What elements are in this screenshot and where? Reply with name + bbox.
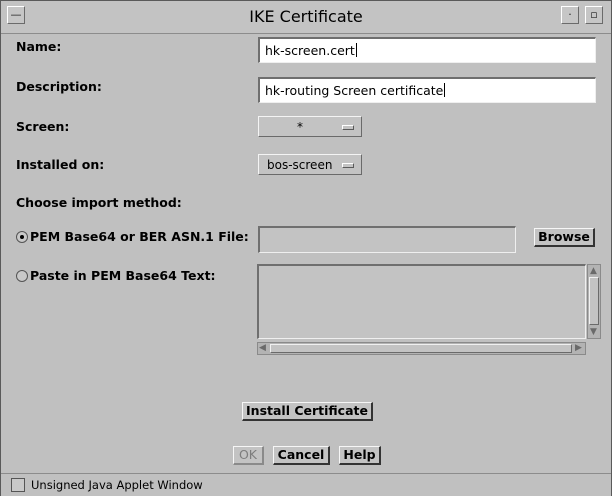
description-value: hk-routing Screen certificate (265, 83, 444, 98)
ok-button[interactable]: OK (233, 446, 264, 465)
pem-file-path-input[interactable] (258, 226, 516, 253)
applet-status-text: Unsigned Java Applet Window (31, 478, 203, 492)
pem-text-vertical-scrollbar[interactable]: ▲ ▼ (587, 264, 601, 339)
horizontal-scroll-thumb[interactable] (270, 344, 572, 353)
scroll-right-icon[interactable]: ▶ (575, 343, 582, 353)
screen-select[interactable]: * (258, 116, 362, 137)
install-certificate-button[interactable]: Install Certificate (242, 402, 373, 421)
screen-select-value: * (297, 120, 303, 134)
help-button[interactable]: Help (339, 446, 381, 465)
pem-file-label: PEM Base64 or BER ASN.1 File: (30, 229, 249, 244)
installed-on-label: Installed on: (16, 157, 105, 172)
minimize-button[interactable]: · (561, 6, 579, 24)
pem-text-area[interactable] (257, 264, 586, 339)
option-menu-indicator-icon (342, 163, 354, 168)
description-input[interactable]: hk-routing Screen certificate (258, 77, 596, 103)
window-title: IKE Certificate (249, 7, 363, 26)
paste-text-label: Paste in PEM Base64 Text: (30, 268, 216, 283)
vertical-scroll-thumb[interactable] (589, 277, 599, 325)
paste-text-radio[interactable] (16, 270, 28, 282)
pem-file-radio[interactable] (16, 231, 28, 243)
import-method-label: Choose import method: (16, 195, 182, 210)
text-caret (355, 43, 357, 57)
name-input[interactable]: hk-screen.cert (258, 37, 596, 63)
text-caret (444, 83, 446, 97)
scroll-down-icon[interactable]: ▼ (590, 327, 597, 337)
applet-warning-icon (11, 478, 25, 492)
maximize-button[interactable]: ▫ (585, 6, 603, 24)
applet-status-bar: Unsigned Java Applet Window (1, 473, 611, 496)
browse-button[interactable]: Browse (534, 228, 595, 247)
ike-certificate-window: — IKE Certificate · ▫ Name: hk-screen.ce… (0, 0, 612, 496)
screen-label: Screen: (16, 119, 70, 134)
scroll-up-icon[interactable]: ▲ (590, 266, 597, 276)
minimize-icon: · (568, 8, 572, 21)
option-menu-indicator-icon (342, 125, 354, 130)
scroll-left-icon[interactable]: ◀ (259, 343, 266, 353)
name-label: Name: (16, 39, 62, 54)
maximize-icon: ▫ (590, 8, 598, 21)
name-value: hk-screen.cert (265, 43, 355, 58)
installed-on-select-value: bos-screen (267, 158, 333, 172)
title-bar: — IKE Certificate · ▫ (1, 1, 611, 34)
installed-on-select[interactable]: bos-screen (258, 154, 362, 175)
cancel-button[interactable]: Cancel (273, 446, 330, 465)
description-label: Description: (16, 79, 102, 94)
pem-text-horizontal-scrollbar[interactable]: ◀ ▶ (257, 342, 586, 355)
